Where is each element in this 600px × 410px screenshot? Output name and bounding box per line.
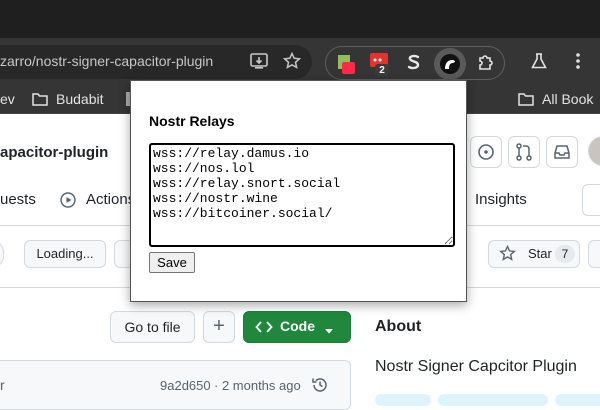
issues-icon-button[interactable] — [470, 136, 502, 168]
about-heading: About — [375, 318, 422, 335]
history-icon[interactable] — [311, 376, 329, 394]
folder-icon — [32, 92, 48, 106]
nostr-signer-extension-icon[interactable] — [437, 51, 463, 77]
bookmark-budabit[interactable]: Budabit — [56, 91, 103, 107]
save-button[interactable]: Save — [149, 252, 195, 273]
nostr-relays-popup: Nostr Relays wss://relay.damus.io wss://… — [130, 80, 467, 302]
tab-actions[interactable]: Actions — [86, 191, 135, 208]
star-dropdown-partial[interactable] — [588, 240, 600, 268]
url-text[interactable]: zarro/nostr-signer-capacitor-plugin — [0, 53, 213, 69]
extension-tagging-icon[interactable] — [333, 50, 359, 76]
topic-tag[interactable] — [438, 394, 548, 406]
star-count: 7 — [555, 245, 575, 263]
install-app-icon[interactable] — [250, 52, 270, 70]
relays-textarea[interactable]: wss://relay.damus.io wss://nos.lol wss:/… — [149, 143, 455, 247]
avatar[interactable] — [588, 136, 600, 166]
pull-requests-icon-button[interactable] — [508, 136, 540, 168]
inbox-icon-button[interactable] — [546, 136, 578, 168]
add-file-button[interactable]: + — [203, 311, 235, 343]
kebab-menu-icon[interactable] — [574, 52, 582, 70]
loading-button[interactable]: Loading... — [24, 240, 106, 268]
star-icon — [499, 244, 516, 262]
about-description: Nostr Signer Capcitor Plugin — [375, 358, 577, 375]
code-button-label: Code — [280, 318, 315, 334]
browser-tab-strip — [0, 0, 600, 38]
go-to-file-button[interactable]: Go to file — [110, 311, 195, 343]
star-label: Star — [528, 246, 552, 261]
extension-s-icon[interactable] — [401, 50, 427, 76]
extensions-puzzle-icon[interactable] — [477, 52, 497, 72]
commit-time: · 2 months ago — [214, 378, 301, 393]
watch-button-partial[interactable] — [0, 240, 4, 268]
bookmark-all-bookmarks[interactable]: All Book — [542, 91, 593, 107]
folder-icon — [518, 92, 534, 106]
topic-tag[interactable] — [375, 394, 431, 406]
tab-pull-requests[interactable]: uests — [0, 191, 36, 208]
more-menu-button[interactable] — [582, 184, 600, 216]
bookmark-item[interactable]: ev — [0, 91, 15, 107]
tab-insights[interactable]: Insights — [475, 191, 527, 208]
chevron-down-icon — [324, 322, 334, 334]
extension-badge: 2 — [375, 64, 389, 77]
commit-hash[interactable]: 9a2d650 — [160, 378, 211, 393]
star-bookmark-icon[interactable] — [282, 51, 302, 70]
commit-author[interactable]: r — [0, 377, 5, 393]
repo-name[interactable]: apacitor-plugin — [0, 144, 108, 161]
popup-title: Nostr Relays — [149, 113, 235, 129]
actions-play-icon — [60, 192, 76, 208]
labs-flask-icon[interactable] — [530, 52, 548, 70]
code-brackets-icon — [255, 319, 273, 335]
topic-tag[interactable] — [555, 394, 600, 406]
